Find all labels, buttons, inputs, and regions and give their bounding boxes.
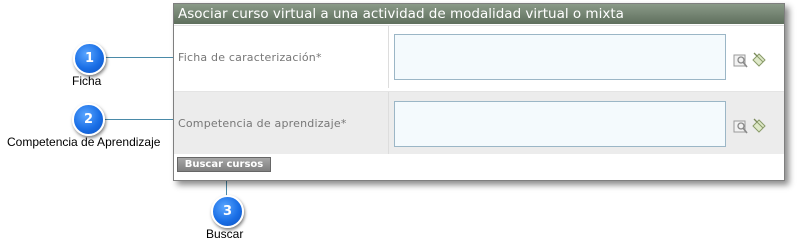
callout-2-label: Competencia de Aprendizaje [7,135,161,149]
clear-icon[interactable] [751,51,767,67]
search-courses-button[interactable]: Buscar cursos [177,157,271,172]
row-divider [388,26,389,88]
callout-1-leader [103,57,175,58]
row-divider [388,92,389,154]
ficha-field[interactable] [394,34,726,80]
competencia-label: Competencia de aprendizaje* [178,116,347,130]
associate-course-panel: Asociar curso virtual a una actividad de… [173,3,785,181]
callout-3-badge: 3 [211,195,244,228]
panel-title: Asociar curso virtual a una actividad de… [174,4,784,24]
callout-1-label: Ficha [72,74,102,88]
ficha-label: Ficha de caracterización* [178,50,322,64]
callout-2-badge: 2 [72,103,105,136]
ficha-row: Ficha de caracterización* [174,25,784,88]
clear-icon[interactable] [751,117,767,133]
callout-3-label: Buscar [206,227,244,241]
search-icon[interactable] [733,119,749,135]
search-icon[interactable] [733,53,749,69]
callout-1-badge: 1 [73,42,106,75]
competencia-row: Competencia de aprendizaje* [174,91,784,154]
competencia-field[interactable] [394,101,726,147]
callout-2-leader [103,119,175,120]
